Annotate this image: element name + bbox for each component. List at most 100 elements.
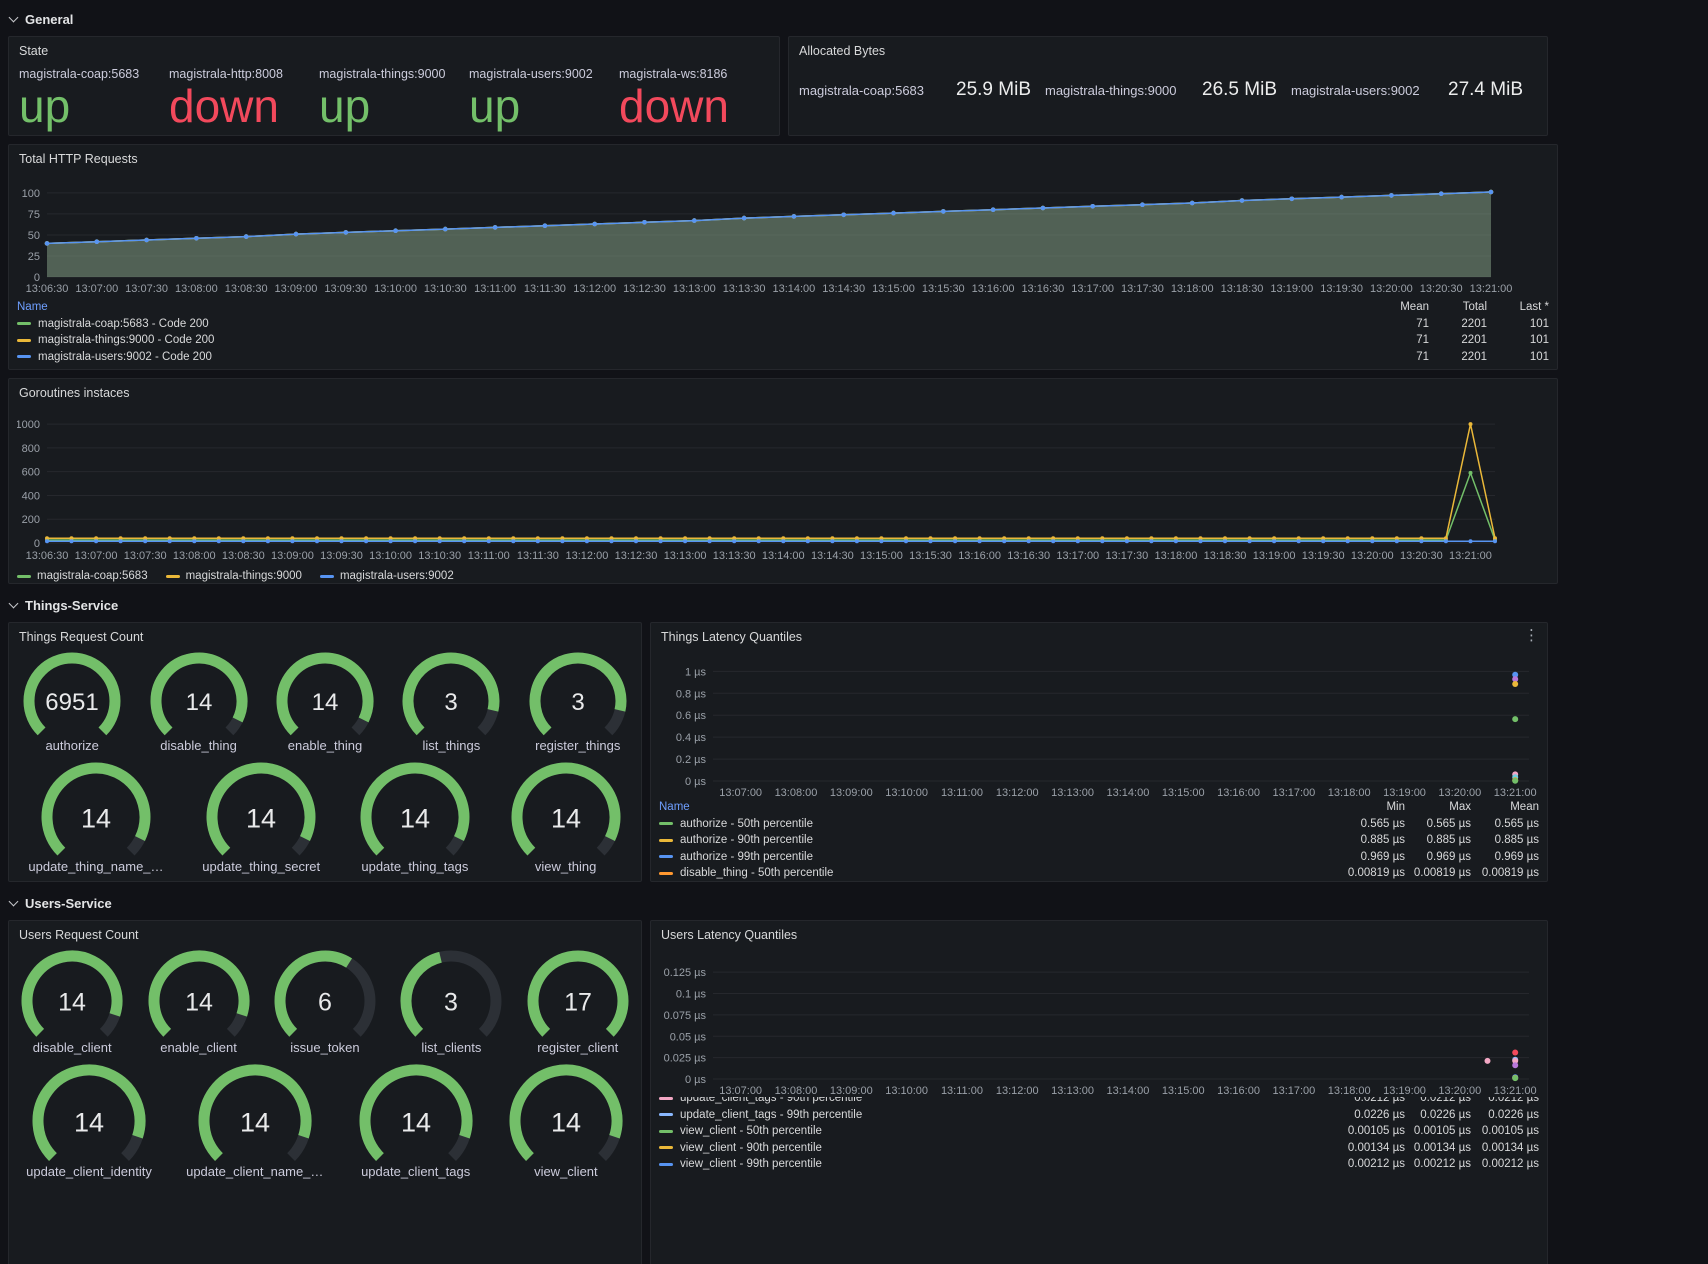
legend-series[interactable]: authorize - 99th percentile [659, 851, 1333, 863]
legend-series-name: magistrala-users:9002 - Code 200 [38, 351, 212, 363]
legend-value: 0.885 µs [1471, 834, 1539, 846]
legend-value: 0.969 µs [1405, 851, 1471, 863]
legend-series-name: authorize - 50th percentile [680, 818, 813, 830]
x-axis-tick-label: 13:17:00 [1071, 283, 1114, 295]
legend-value: 101 [1487, 351, 1549, 363]
legend-series[interactable]: disable_thing - 50th percentile [659, 867, 1333, 879]
legend-series[interactable]: view_client - 99th percentile [659, 1158, 1333, 1170]
data-point-dot [194, 236, 199, 241]
gauge-label: list_things [422, 738, 480, 753]
gauge-value: 3 [445, 689, 458, 716]
x-axis-tick-label: 13:13:00 [1051, 787, 1094, 799]
allocated-item: magistrala-things:900026.5 MiB [1045, 79, 1291, 101]
legend-column-header[interactable]: Last * [1487, 301, 1549, 313]
legend-series[interactable]: view_client - 90th percentile [659, 1142, 1333, 1154]
legend-series[interactable]: magistrala-things:9000 - Code 200 [17, 334, 1365, 346]
x-axis-tick-label: 13:11:00 [941, 1085, 983, 1097]
total-http-requests-chart[interactable]: 025507510013:06:3013:07:0013:07:3013:08:… [17, 169, 1549, 299]
x-axis-tick-label: 13:20:30 [1420, 283, 1463, 295]
legend-series[interactable]: authorize - 90th percentile [659, 834, 1333, 846]
panel-title-things-request-count[interactable]: Things Request Count [9, 623, 641, 647]
legend-value: 0.00212 µs [1471, 1158, 1539, 1170]
section-things-service[interactable]: Things-Service [0, 592, 1556, 618]
gauge-arc: 3 [399, 947, 503, 1039]
x-axis-tick-label: 13:11:30 [524, 283, 566, 295]
legend-column-header[interactable]: Min [1333, 801, 1405, 813]
state-value: down [619, 81, 769, 132]
state-value: up [319, 81, 469, 132]
legend-column-header[interactable]: Mean [1365, 301, 1429, 313]
panel-title-state[interactable]: State [9, 37, 779, 61]
legend-series[interactable]: magistrala-users:9002 - Code 200 [17, 351, 1365, 363]
y-axis-tick-label: 800 [22, 443, 40, 455]
data-point-dot [708, 539, 712, 543]
legend-series[interactable]: update_client_tags - 90th percentile [659, 1097, 1333, 1104]
legend-series[interactable]: magistrala-users:9002 [320, 570, 454, 582]
legend-value: 2201 [1429, 334, 1487, 346]
x-axis-tick-label: 13:20:00 [1370, 283, 1413, 295]
legend-row: disable_thing - 50th percentile 0.00819 µ… [659, 865, 1539, 882]
legend-column-header[interactable]: Total [1429, 301, 1487, 313]
x-axis-tick-label: 13:07:00 [75, 550, 118, 562]
legend-name-header[interactable]: Name [17, 301, 1365, 313]
gauge-row: 14update_thing_name_…14update_thing_secr… [9, 759, 641, 874]
gauge-arc: 14 [508, 1061, 624, 1163]
section-general[interactable]: General [0, 6, 1556, 32]
legend-column-header[interactable]: Max [1405, 801, 1471, 813]
legend-value: 0.565 µs [1405, 818, 1471, 830]
data-point-dot [290, 539, 294, 543]
state-item: magistrala-users:9002up [469, 67, 619, 132]
legend-series[interactable]: view_client - 50th percentile [659, 1125, 1333, 1137]
legend-series[interactable]: magistrala-coap:5683 - Code 200 [17, 318, 1365, 330]
data-point-dot [1041, 206, 1046, 211]
x-axis-tick-label: 13:19:30 [1320, 283, 1363, 295]
data-point-dot [792, 214, 797, 219]
panel-title-total-http-requests[interactable]: Total HTTP Requests [9, 145, 1557, 169]
section-users-service[interactable]: Users-Service [0, 890, 1556, 916]
data-point-dot [438, 539, 442, 543]
data-point-dot [315, 539, 319, 543]
data-point-dot [1469, 422, 1473, 426]
legend-series[interactable]: authorize - 50th percentile [659, 818, 1333, 830]
x-axis-tick-label: 13:10:00 [885, 1085, 928, 1097]
panel-title-users-request-count[interactable]: Users Request Count [9, 921, 641, 945]
legend-row: view_client - 90th percentile0.00134 µs0… [659, 1140, 1539, 1157]
data-point-dot [781, 539, 785, 543]
panel-title-things-latency[interactable]: Things Latency Quantiles [651, 623, 1547, 647]
data-point-dot [95, 239, 100, 244]
legend-column-header[interactable]: Mean [1471, 801, 1539, 813]
y-axis-tick-label: 1 µs [685, 666, 707, 678]
things-latency-chart[interactable]: 0 µs0.2 µs0.4 µs0.6 µs0.8 µs1 µs13:07:00… [659, 647, 1539, 799]
legend-series-name: update_client_tags - 99th percentile [680, 1109, 862, 1121]
y-axis-tick-label: 50 [28, 230, 40, 242]
legend-name-header[interactable]: Name [659, 801, 1333, 813]
x-axis-tick-label: 13:10:30 [424, 283, 467, 295]
x-axis-tick-label: 13:13:00 [1051, 1085, 1094, 1097]
data-point-dot [1339, 195, 1344, 200]
legend-series-swatch [659, 822, 673, 825]
gauge-label: authorize [45, 738, 98, 753]
x-axis-tick-label: 13:06:30 [26, 283, 69, 295]
x-axis-tick-label: 13:08:00 [173, 550, 216, 562]
legend-value: 0.00819 µs [1405, 867, 1471, 879]
gauge-row: 14disable_client14enable_client6issue_to… [9, 947, 641, 1055]
panel-title-users-latency[interactable]: Users Latency Quantiles [651, 921, 1547, 945]
panel-title-allocated-bytes[interactable]: Allocated Bytes [789, 37, 1547, 61]
legend-series[interactable]: update_client_tags - 99th percentile [659, 1109, 1333, 1121]
panel-title-goroutines[interactable]: Goroutines instaces [9, 379, 1557, 403]
x-axis-tick-label: 13:08:30 [225, 283, 268, 295]
goroutines-chart[interactable]: 0200400600800100013:06:3013:07:0013:07:3… [17, 403, 1549, 567]
panel-goroutines-instances: Goroutines instaces 0200400600800100013:… [8, 378, 1558, 584]
gauge-arc: 14 [358, 1061, 474, 1163]
users-latency-chart[interactable]: 0 µs0.025 µs0.05 µs0.075 µs0.1 µs0.125 µ… [659, 945, 1539, 1097]
data-point-dot [1290, 197, 1295, 202]
legend-value: 0.00134 µs [1333, 1142, 1405, 1154]
legend-value: 101 [1487, 318, 1549, 330]
gauge-label: enable_client [160, 1040, 237, 1055]
legend-series[interactable]: magistrala-coap:5683 [17, 570, 148, 582]
legend-series[interactable]: magistrala-things:9000 [166, 570, 302, 582]
users-latency-legend-viewport: update_client_tags - 90th percentile0.02… [651, 1097, 1547, 1177]
legend-series-swatch [659, 839, 673, 842]
data-point-dot [1090, 204, 1095, 209]
panel-menu-icon[interactable]: ⋮ [1524, 628, 1539, 643]
